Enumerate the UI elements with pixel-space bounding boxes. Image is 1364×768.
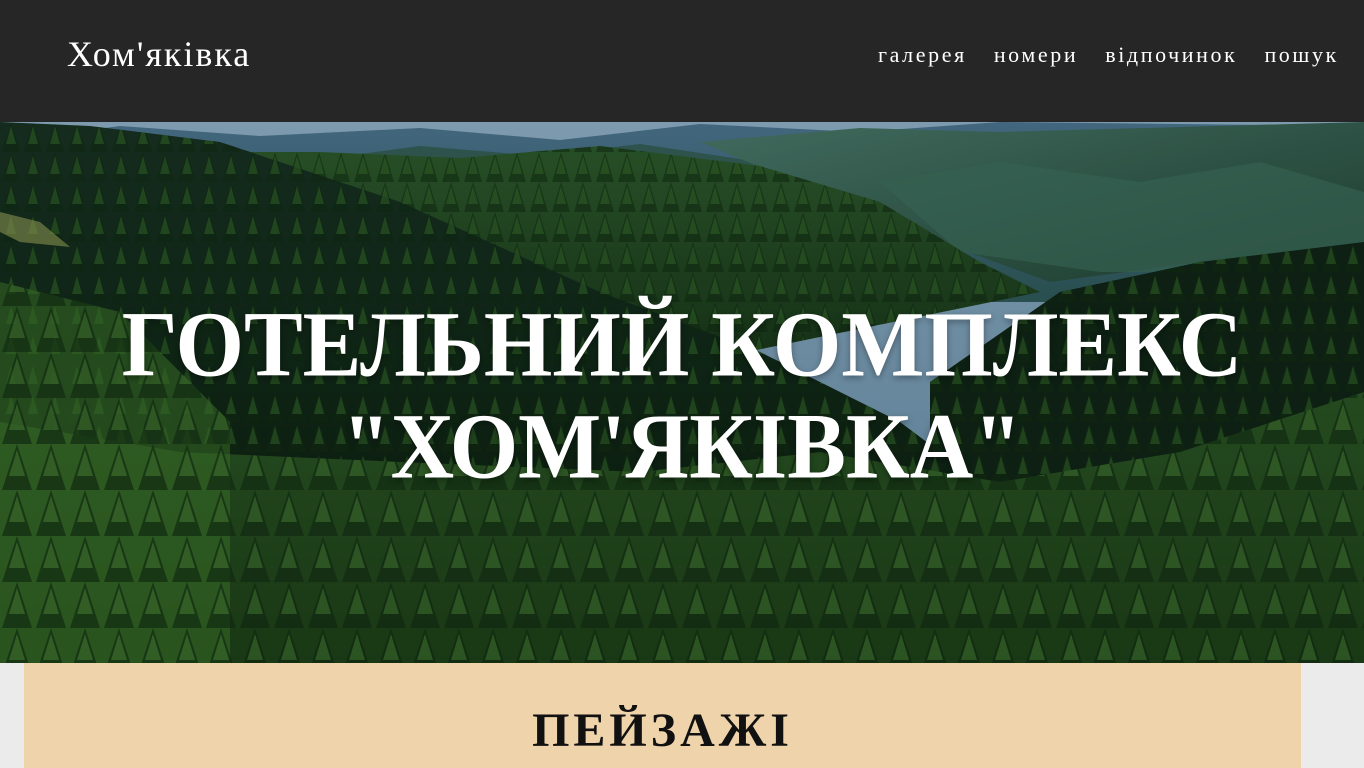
landscapes-section: ПЕЙЗАЖІ xyxy=(24,663,1301,768)
hero-banner: ГОТЕЛЬНИЙ КОМПЛЕКС "ХОМ'ЯКІВКА" xyxy=(0,122,1364,663)
site-logo[interactable]: Хом'яківка xyxy=(67,33,251,75)
main-nav: галерея номери відпочинок пошук xyxy=(878,42,1364,68)
nav-link-rooms[interactable]: номери xyxy=(994,42,1078,68)
nav-link-gallery[interactable]: галерея xyxy=(878,42,967,68)
nav-link-search[interactable]: пошук xyxy=(1264,42,1338,68)
top-navigation-bar: Хом'яківка галерея номери відпочинок пош… xyxy=(0,0,1364,122)
section-heading: ПЕЙЗАЖІ xyxy=(532,704,793,757)
hero-title-line-1: ГОТЕЛЬНИЙ КОМПЛЕКС xyxy=(121,293,1243,397)
nav-link-leisure[interactable]: відпочинок xyxy=(1105,42,1237,68)
hero-title: ГОТЕЛЬНИЙ КОМПЛЕКС "ХОМ'ЯКІВКА" xyxy=(0,122,1364,663)
hero-title-line-2: "ХОМ'ЯКІВКА" xyxy=(341,395,1023,499)
